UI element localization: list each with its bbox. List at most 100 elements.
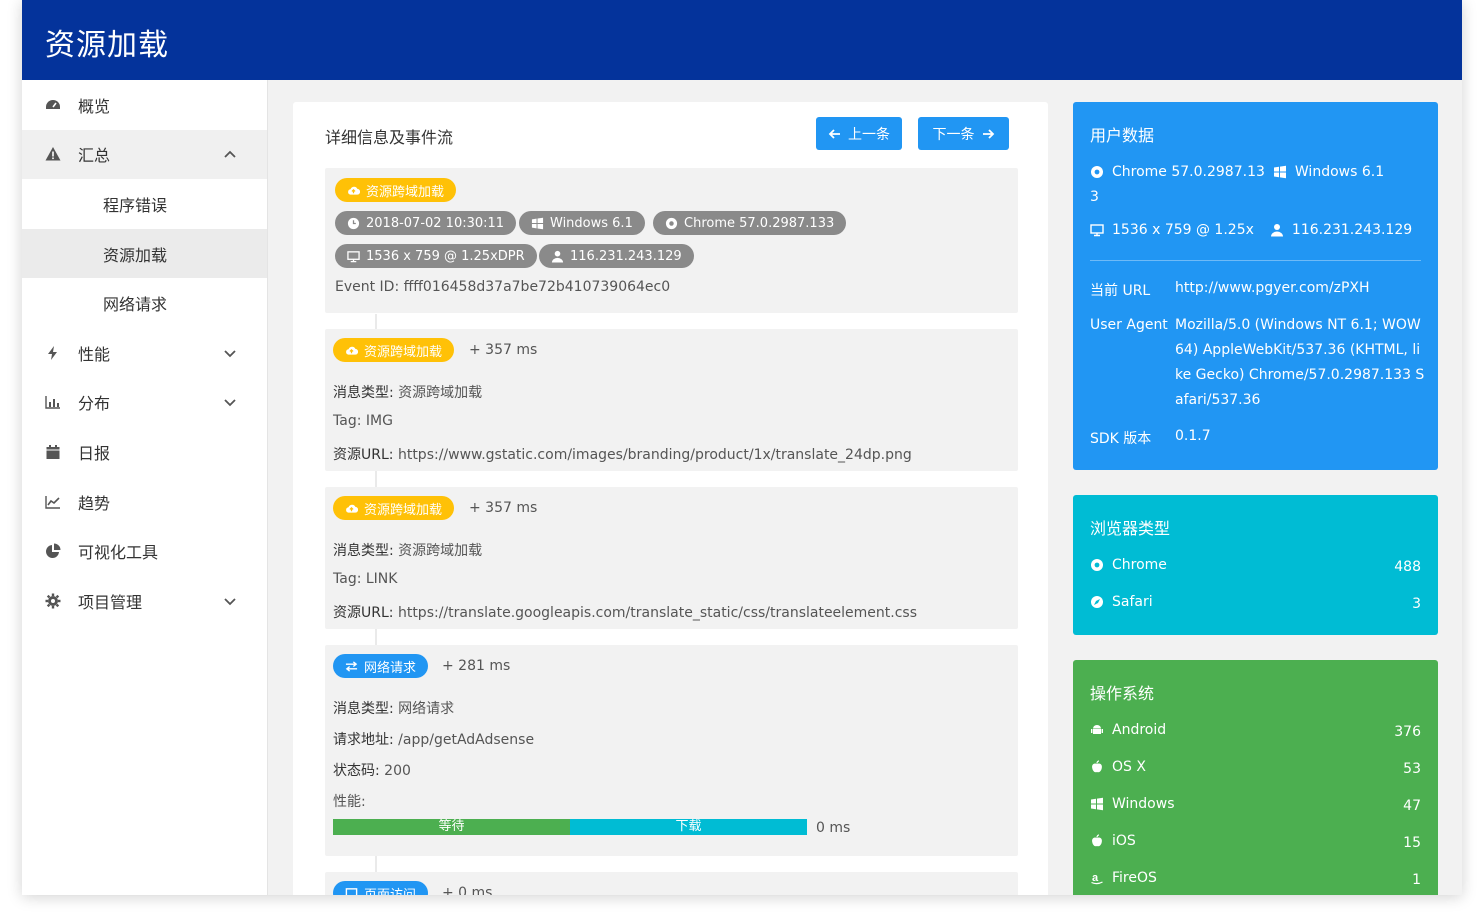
cloud-upload-icon: [346, 346, 358, 355]
browser-type-panel: 浏览器类型 Chrome 488 Safari 3: [1073, 495, 1438, 635]
sidebar-item-performance[interactable]: 性能: [22, 328, 267, 378]
browser-count: 3: [1412, 596, 1421, 612]
exchange-icon: [345, 660, 358, 672]
clock-icon: [347, 217, 360, 229]
user-agent-label: User Agent: [1090, 317, 1168, 333]
chrome-icon: [1091, 559, 1103, 571]
sidebar-item-trends[interactable]: 趋势: [22, 477, 267, 527]
user-icon: [551, 250, 564, 263]
os-count: 47: [1403, 798, 1421, 814]
arrow-left-icon: [828, 128, 840, 139]
sidebar-item-label: 项目管理: [78, 592, 143, 612]
event-delay: + 357 ms: [469, 500, 538, 516]
browser-row: Chrome: [1090, 557, 1167, 573]
event-status-code: 状态码: 200: [333, 763, 411, 779]
os-row: Android: [1090, 722, 1166, 738]
current-url-label: 当前 URL: [1090, 283, 1151, 299]
event-resource-url: 资源URL: https://www.gstatic.com/images/br…: [333, 447, 912, 463]
sidebar-item-program-errors[interactable]: 程序错误: [22, 179, 267, 229]
previous-button-label: 上一条: [848, 126, 890, 143]
event-type-badge: 资源跨域加载: [335, 178, 457, 202]
sidebar-item-project-management[interactable]: 项目管理: [22, 576, 267, 626]
user-agent-value: Mozilla/5.0 (Windows NT 6.1; WOW 64) App…: [1175, 317, 1425, 408]
monitor-icon: [347, 250, 360, 262]
browser-count: 488: [1394, 559, 1421, 575]
chevron-down-icon: [224, 598, 236, 606]
sidebar-item-overview[interactable]: 概览: [22, 80, 267, 130]
os-badge: Windows 6.1: [519, 211, 645, 235]
dashboard-icon: [44, 96, 62, 114]
sidebar-item-distribution[interactable]: 分布: [22, 378, 267, 428]
sdk-version-value: 0.1.7: [1175, 428, 1211, 444]
apple-icon: [1092, 834, 1102, 847]
event-request-url: 请求地址: /app/getAdAdsense: [333, 732, 535, 748]
event-resource-url: 资源URL: https://translate.googleapis.com/…: [333, 605, 918, 621]
arrow-right-icon: [982, 128, 994, 139]
sidebar-item-summary[interactable]: 汇总: [22, 129, 267, 180]
sidebar-item-network-requests[interactable]: 网络请求: [22, 278, 267, 328]
user-data-panel: 用户数据 Chrome 57.0.2987.13 Windows 6.1 3 1…: [1073, 102, 1438, 470]
sidebar-item-label: 汇总: [78, 146, 111, 166]
panel-title: 浏览器类型: [1090, 519, 1171, 538]
card-title: 详细信息及事件流: [325, 128, 454, 147]
sidebar: 概览 汇总 程序错误 资源加载 网络请求 性能 分布 日报 趋势 可视化工具 项…: [22, 80, 268, 895]
ip-badge: 116.231.243.129: [539, 244, 694, 268]
next-button-label: 下一条: [932, 126, 975, 143]
top-bar: 资源加载: [22, 0, 1462, 80]
panel-divider: [1090, 260, 1421, 261]
event-type-line: 消息类型: 网络请求: [333, 701, 455, 717]
cloud-upload-icon: [346, 504, 358, 513]
event-tag: Tag: IMG: [333, 413, 393, 429]
sidebar-item-label: 分布: [78, 394, 111, 414]
perf-download-segment: 下载: [570, 819, 807, 835]
pie-chart-icon: [44, 542, 62, 560]
event-type-line: 消息类型: 资源跨域加载: [333, 385, 483, 401]
user-browser-version-tail: 3: [1090, 189, 1099, 205]
sidebar-item-label: 程序错误: [103, 195, 168, 215]
os-count: 376: [1394, 724, 1421, 740]
safari-icon: [1091, 596, 1103, 608]
event-type-badge: 网络请求: [333, 654, 429, 678]
sidebar-item-resource-loading[interactable]: 资源加载: [22, 228, 267, 279]
os-count: 1: [1412, 872, 1421, 888]
os-row: OS X: [1090, 759, 1146, 775]
windows-icon: [531, 217, 544, 229]
event-delay: + 281 ms: [442, 658, 511, 674]
bar-chart-icon: [44, 393, 62, 411]
previous-button[interactable]: 上一条: [816, 117, 902, 150]
sidebar-item-label: 资源加载: [103, 245, 168, 265]
sidebar-item-visual-tools[interactable]: 可视化工具: [22, 526, 267, 576]
browser-badge: Chrome 57.0.2987.133: [653, 211, 847, 235]
apple-icon: [1092, 760, 1102, 773]
monitor-icon: [1090, 224, 1104, 237]
sidebar-item-label: 可视化工具: [78, 543, 159, 563]
sidebar-item-label: 趋势: [78, 493, 111, 513]
panel-title: 用户数据: [1090, 126, 1155, 145]
event-item: 资源跨域加载 + 357 ms 消息类型: 资源跨域加载 Tag: LINK 资…: [325, 487, 1018, 629]
performance-bar: 等待 下载: [333, 819, 807, 835]
user-screen-ip: 1536 x 759 @ 1.25x 116.231.243.129: [1090, 222, 1412, 238]
event-id: Event ID: ffff016458d37a7be72b410739064e…: [335, 279, 671, 295]
event-type-badge: 资源跨域加载: [333, 496, 455, 520]
android-icon: [1091, 725, 1103, 734]
os-row: iOS: [1090, 833, 1136, 849]
window-icon: [345, 887, 358, 895]
windows-icon: [1273, 165, 1286, 179]
next-button[interactable]: 下一条: [918, 117, 1009, 150]
event-type-badge: 页面访问: [333, 881, 429, 895]
user-browser: Chrome 57.0.2987.13 Windows 6.1: [1090, 164, 1384, 180]
event-detail-card: 详细信息及事件流 上一条 下一条 资源跨域加载 2018-07-02 10:30…: [293, 102, 1048, 895]
svg-text:a: a: [1092, 872, 1099, 884]
app-window: 资源加载 概览 汇总 程序错误 资源加载 网络请求 性能 分布 日报 趋势 可视…: [22, 0, 1462, 895]
operating-system-panel: 操作系统 Android 376 OS X 53 Windows 47 iOS …: [1073, 660, 1438, 895]
chrome-icon: [1091, 166, 1103, 178]
lightning-icon: [44, 344, 62, 362]
event-summary: 资源跨域加载 2018-07-02 10:30:11 Windows 6.1 C…: [325, 168, 1018, 313]
sidebar-item-daily-report[interactable]: 日报: [22, 427, 267, 477]
event-delay: + 0 ms: [442, 885, 493, 895]
chevron-down-icon: [224, 399, 236, 407]
os-row: a FireOS: [1091, 870, 1157, 886]
amazon-icon: a: [1091, 872, 1103, 885]
gear-icon: [44, 592, 62, 610]
warning-icon: [44, 145, 62, 163]
